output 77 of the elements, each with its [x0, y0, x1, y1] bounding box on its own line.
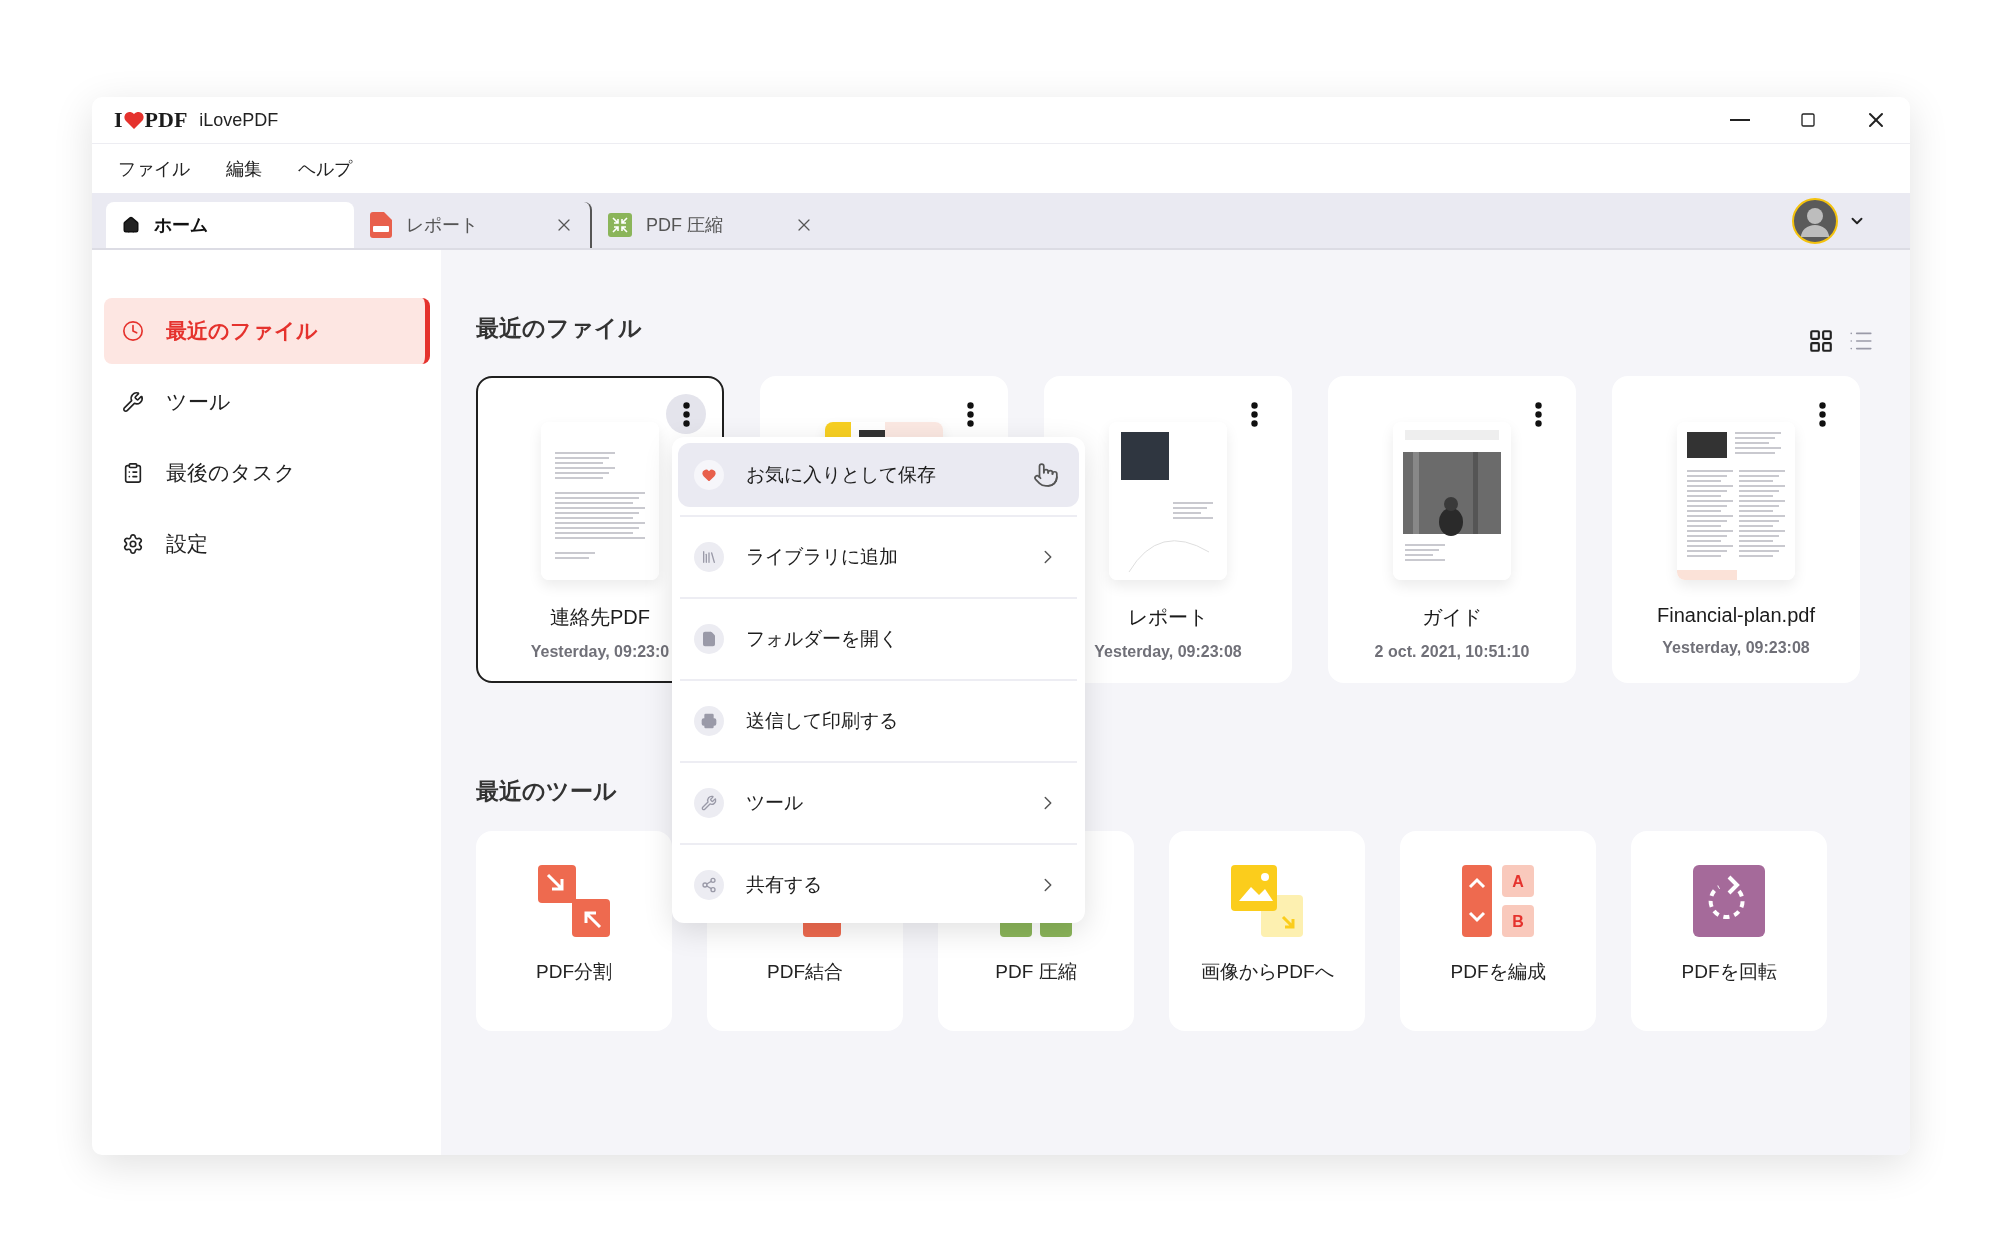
sidebar-label: 設定 [166, 531, 208, 557]
tab-label: レポート [406, 214, 478, 237]
clock-icon [122, 320, 144, 342]
home-icon [122, 216, 140, 234]
pdf-file-icon [370, 212, 392, 238]
tab[interactable]: レポート [354, 202, 592, 248]
file-name: Financial-plan.pdf [1657, 604, 1815, 627]
tab[interactable]: ホーム [106, 202, 354, 248]
tool-label: 画像からPDFへ [1200, 960, 1334, 984]
file-name: レポート [1128, 605, 1208, 630]
compress-icon [608, 213, 632, 237]
tab[interactable]: PDF 圧縮 [592, 202, 830, 248]
menu-option-label: ツール [746, 791, 803, 815]
file-card[interactable]: ガイド 2 oct. 2021, 10:51:10 [1328, 376, 1576, 683]
menu-option[interactable]: お気に入りとして保存 [678, 443, 1079, 507]
tool-card[interactable]: 画像からPDFへ [1169, 831, 1365, 1031]
tab-label: ホーム [154, 214, 208, 237]
wrench-icon [122, 391, 144, 413]
logo-text: PDF [144, 107, 188, 133]
avatar[interactable] [1792, 197, 1838, 244]
menu-option[interactable]: 送信して印刷する [678, 689, 1079, 753]
sidebar-item[interactable]: ツール [104, 369, 430, 435]
maximize-icon [1800, 112, 1816, 128]
more-vertical-icon [966, 401, 974, 427]
minimize-icon [1730, 119, 1750, 121]
more-vertical-icon [1818, 401, 1826, 427]
gear-icon [122, 533, 144, 555]
clipboard-icon [122, 462, 144, 484]
sidebar-label: 最近のファイル [166, 318, 318, 344]
sidebar-item[interactable]: 設定 [104, 511, 430, 577]
more-vertical-icon [682, 401, 690, 427]
tool-card[interactable]: A B PDFを編成 [1400, 831, 1596, 1031]
menu-option-label: 送信して印刷する [746, 709, 898, 733]
file-date: Yesterday, 09:23:08 [1662, 639, 1810, 657]
file-name: 連絡先PDF [550, 605, 650, 630]
more-vertical-icon [1250, 401, 1258, 427]
more-vertical-icon [1534, 401, 1542, 427]
wrench-icon [694, 788, 724, 818]
image-to-pdf-icon [1231, 865, 1303, 937]
file-date: Yesterday, 09:23:0 [530, 643, 670, 661]
rotate-icon [1693, 865, 1765, 937]
tool-label: PDFを編成 [1450, 960, 1546, 984]
sidebar-item[interactable]: 最後のタスク [104, 440, 430, 506]
menu-item[interactable]: ヘルプ [298, 156, 352, 181]
grid-view-button[interactable] [1808, 328, 1834, 354]
section-heading: 最近のファイル [476, 313, 642, 343]
heart-logo-icon [123, 111, 144, 129]
menu-option-label: フォルダーを開く [746, 627, 898, 651]
file-card[interactable]: Financial-plan.pdf Yesterday, 09:23:08 [1612, 376, 1860, 683]
file-name: ガイド [1422, 605, 1482, 630]
tool-label: PDFを回転 [1681, 960, 1777, 984]
more-options-button[interactable] [666, 394, 706, 434]
menu-option-label: お気に入りとして保存 [746, 463, 936, 487]
menu-option-label: 共有する [746, 873, 822, 897]
logo-text: I [114, 107, 123, 133]
tool-label: PDF分割 [536, 960, 612, 984]
menu-item[interactable]: 編集 [226, 156, 262, 181]
file-date: 2 oct. 2021, 10:51:10 [1374, 643, 1530, 661]
split-icon [538, 865, 610, 937]
menu-option-label: ライブラリに追加 [746, 545, 898, 569]
tool-label: PDF結合 [767, 960, 843, 984]
file-icon [694, 624, 724, 654]
printer-icon [694, 706, 724, 736]
tab-label: PDF 圧縮 [646, 214, 723, 237]
section-heading: 最近のツール [476, 776, 617, 806]
menu-item[interactable]: ファイル [118, 156, 190, 181]
window-title: iLovePDF [199, 109, 279, 131]
tool-label: PDF 圧縮 [995, 960, 1077, 984]
tool-card[interactable]: PDFを回転 [1631, 831, 1827, 1031]
books-icon [694, 542, 724, 572]
cursor-icon [1033, 462, 1059, 488]
tool-card[interactable]: PDF分割 [476, 831, 672, 1031]
sidebar-item[interactable]: 最近のファイル [104, 298, 430, 364]
share-icon [694, 870, 724, 900]
sidebar-label: ツール [166, 389, 231, 415]
sidebar-label: 最後のタスク [166, 460, 296, 486]
file-date: Yesterday, 09:23:08 [1094, 643, 1242, 661]
